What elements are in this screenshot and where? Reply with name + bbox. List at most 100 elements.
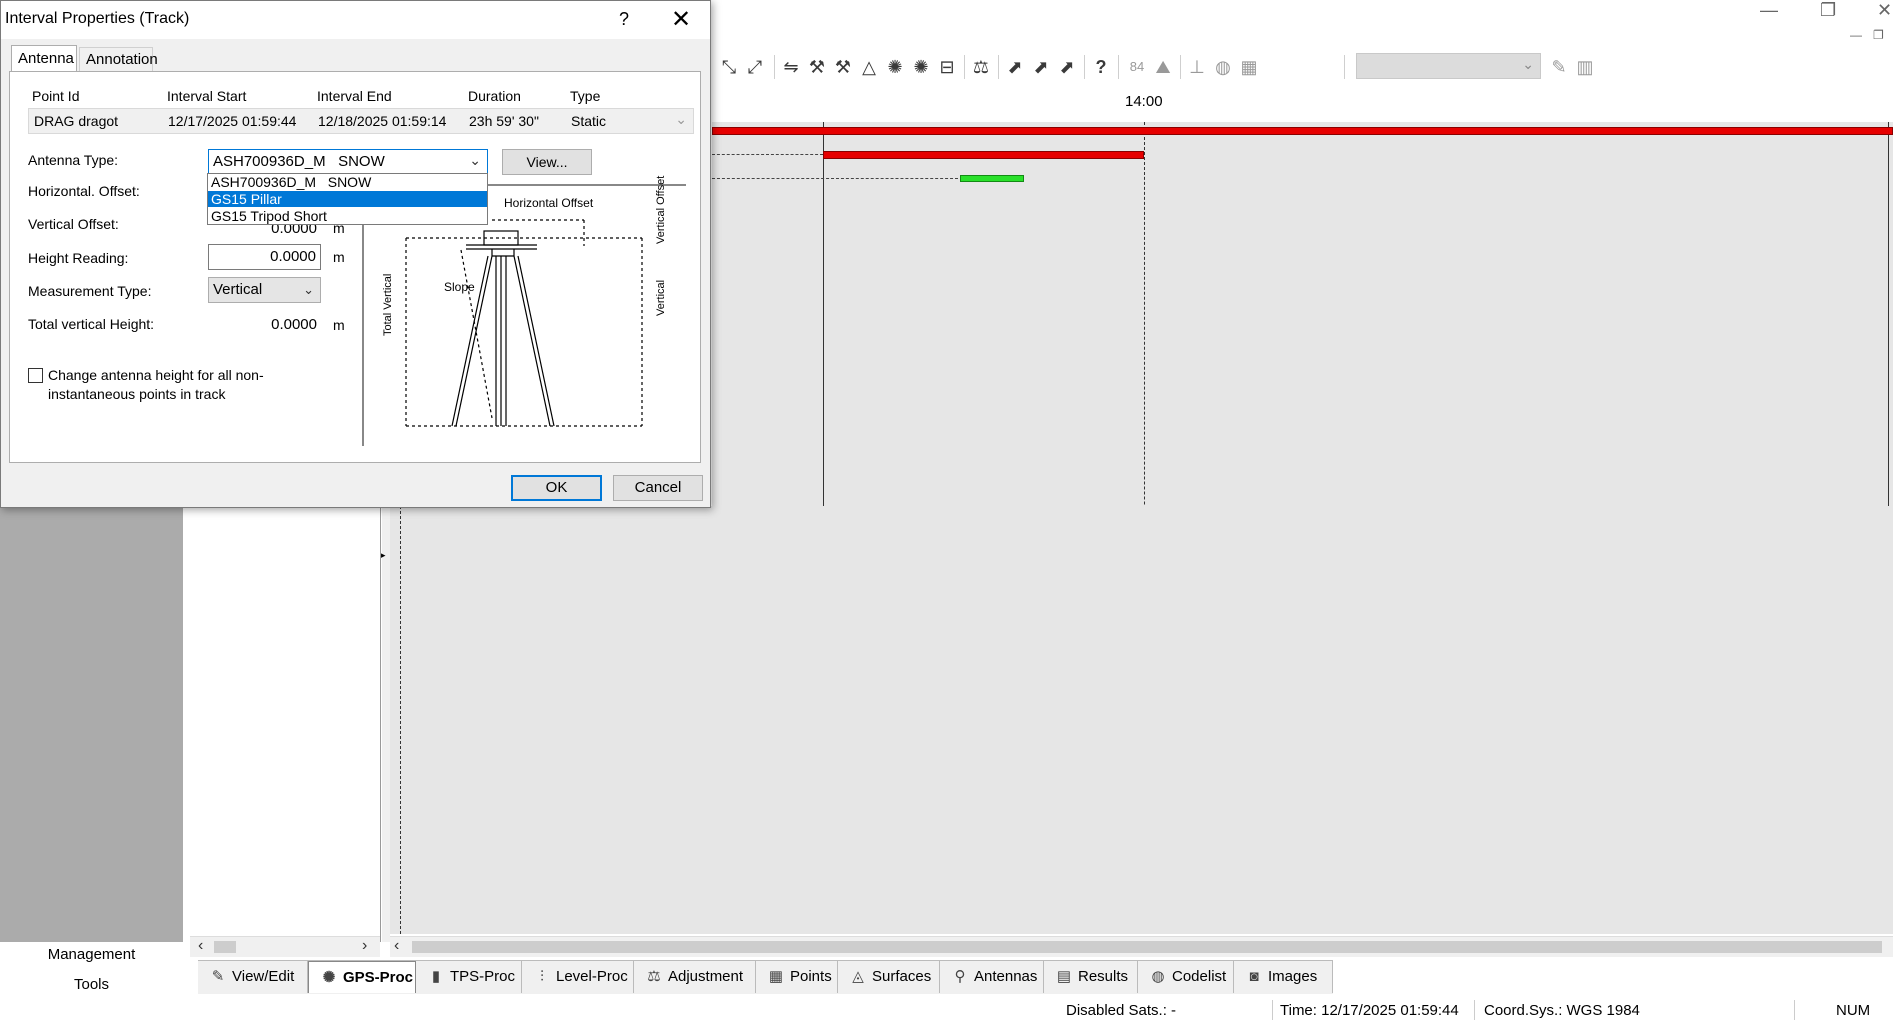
filter-icon[interactable]: ⇋ xyxy=(780,56,802,78)
antenna-tab-panel: Point Id Interval Start Interval End Dur… xyxy=(9,71,701,463)
management-item[interactable]: Management xyxy=(0,946,183,963)
antenna-option[interactable]: ASH700936D_M SNOW xyxy=(208,174,487,190)
antenna-option[interactable]: GS15 Tripod Short xyxy=(208,208,487,224)
doc-minimize-icon[interactable]: — xyxy=(1850,28,1862,42)
scroll-left-icon[interactable]: ‹ xyxy=(198,937,203,955)
ok-button[interactable]: OK xyxy=(511,475,602,501)
horizontal-offset-caption: Horizontal Offset xyxy=(504,196,594,210)
select-icon[interactable]: ⤡ xyxy=(718,56,740,78)
scroll-thumb[interactable] xyxy=(412,941,1882,953)
tree-horizontal-scrollbar[interactable]: ‹ › xyxy=(190,936,380,957)
scroll-right-icon[interactable]: › xyxy=(362,937,367,955)
dialog-title: Interval Properties (Track) xyxy=(5,10,190,27)
coord-sys-status: Coord.Sys.: WGS 1984 xyxy=(1484,1002,1640,1019)
status-bar: Disabled Sats.: - Time: 12/17/2025 01:59… xyxy=(0,998,1893,1022)
col-interval-end: Interval End xyxy=(317,88,392,104)
tab-antenna[interactable]: Antenna xyxy=(11,45,77,73)
tab-surfaces[interactable]: ◬ Surfaces xyxy=(838,961,940,993)
tab-adjustment[interactable]: ⚖ Adjustment xyxy=(634,961,756,993)
axes-icon[interactable]: ⊥ xyxy=(1186,56,1208,78)
store-icon[interactable]: ⬈ xyxy=(1056,56,1078,78)
disabled-sats-status: Disabled Sats.: - xyxy=(1066,1002,1177,1019)
interval-row[interactable]: DRAG dragot 12/17/2025 01:59:44 12/18/20… xyxy=(28,108,694,134)
tab-gps-proc[interactable]: ✺ GPS-Proc xyxy=(308,961,416,993)
type-value: Static xyxy=(571,113,607,129)
antenna-type-value: ASH700936D_M SNOW xyxy=(211,151,387,173)
edit-icon[interactable]: ✎ xyxy=(1548,56,1570,78)
local-icon[interactable]: ⛰ xyxy=(1152,56,1174,78)
close-window-icon[interactable]: ✕ xyxy=(1877,0,1892,21)
change-height-label[interactable]: Change antenna height for all non-instan… xyxy=(48,366,308,404)
compute-icon[interactable]: ⬈ xyxy=(1004,56,1026,78)
columns-icon[interactable]: ▥ xyxy=(1574,56,1596,78)
num-lock-status: NUM xyxy=(1836,1002,1871,1019)
track-bar-green[interactable] xyxy=(960,175,1024,182)
restore-icon[interactable]: ❐ xyxy=(1820,0,1836,21)
chevron-down-icon: ⌄ xyxy=(469,152,481,168)
antenna-type-dropdown-list[interactable]: ASH700936D_M SNOW GS15 Pillar GS15 Tripo… xyxy=(207,173,488,225)
scroll-left-icon[interactable]: ‹ xyxy=(394,937,399,955)
deselect-icon[interactable]: ⤢ xyxy=(744,56,766,78)
tab-annotation[interactable]: Annotation xyxy=(79,47,158,71)
tree-panel[interactable] xyxy=(190,506,381,942)
triangle-icon[interactable]: △ xyxy=(858,56,880,78)
time-status: Time: 12/17/2025 01:59:44 xyxy=(1280,1002,1459,1019)
tab-codelist[interactable]: ◍ Codelist xyxy=(1138,961,1234,993)
satellite-icon[interactable]: ✺ xyxy=(884,56,906,78)
total-vertical-height-label: Total vertical Height: xyxy=(28,316,155,332)
interval-properties-dialog: Interval Properties (Track) ? ✕ Antenna … xyxy=(0,0,711,508)
gps-proc-icon: ✺ xyxy=(322,969,336,986)
main-horizontal-scrollbar[interactable]: ‹ xyxy=(390,936,1893,957)
tps-proc-icon: ▮ xyxy=(431,968,441,985)
close-icon[interactable]: ✕ xyxy=(671,5,691,34)
track-bar-full[interactable] xyxy=(712,127,1893,135)
tab-tps-proc[interactable]: ▮ TPS-Proc xyxy=(416,961,522,993)
vertical-offset-caption: Vertical Offset xyxy=(655,175,667,244)
split-icon[interactable]: ⊟ xyxy=(936,56,958,78)
globe-icon[interactable]: ◍ xyxy=(1212,56,1234,78)
dialog-title-bar[interactable]: Interval Properties (Track) ? ✕ xyxy=(1,1,710,39)
tab-view-edit[interactable]: ✎ View/Edit xyxy=(198,961,308,993)
tab-level-proc[interactable]: ⫶ Level-Proc xyxy=(522,961,634,993)
tab-points[interactable]: ▦ Points xyxy=(756,961,838,993)
compute-all-icon[interactable]: ⬈ xyxy=(1030,56,1052,78)
measurement-type-select[interactable]: Vertical ⌄ xyxy=(208,277,321,303)
height-reading-unit: m xyxy=(333,249,345,265)
vertical-caption: Vertical xyxy=(655,279,667,316)
antennas-icon: ⚲ xyxy=(954,968,966,985)
height-reading-input[interactable]: 0.0000 xyxy=(208,244,321,270)
track-area[interactable] xyxy=(390,506,1893,934)
grid-icon[interactable]: ▦ xyxy=(1238,56,1260,78)
number-icon[interactable]: 84 xyxy=(1126,56,1148,78)
antenna-type-select[interactable]: ASH700936D_M SNOW ⌄ xyxy=(208,149,488,175)
col-point-id: Point Id xyxy=(32,88,80,104)
measurement-type-label: Measurement Type: xyxy=(28,283,152,299)
panel-splitter[interactable]: ▸ xyxy=(381,506,390,942)
chevron-down-icon: ⌄ xyxy=(675,111,687,127)
time-tick-label: 14:00 xyxy=(1125,93,1163,110)
col-type: Type xyxy=(570,88,601,104)
toolbar-combo[interactable]: ⌄ xyxy=(1356,53,1541,79)
height-reading-label: Height Reading: xyxy=(28,250,129,266)
tools-item[interactable]: Tools xyxy=(0,976,183,993)
balance-icon[interactable]: ⚖ xyxy=(970,56,992,78)
process-icon[interactable]: ⚒ xyxy=(806,56,828,78)
antenna-option-highlighted[interactable]: GS15 Pillar xyxy=(208,191,487,207)
total-vertical-height-value: 0.0000 xyxy=(271,316,317,333)
change-height-checkbox[interactable] xyxy=(28,368,43,383)
hammer-icon[interactable]: ⚒ xyxy=(832,56,854,78)
minimize-icon[interactable]: — xyxy=(1760,0,1778,21)
doc-restore-icon[interactable]: ❐ xyxy=(1873,28,1884,42)
track-bar-interval[interactable] xyxy=(823,151,1144,159)
view-button[interactable]: View... xyxy=(502,149,592,175)
satellite-settings-icon[interactable]: ✺ xyxy=(910,56,932,78)
left-panel xyxy=(0,506,183,942)
context-help-icon[interactable]: ? xyxy=(1090,56,1112,78)
help-icon[interactable]: ? xyxy=(619,9,629,30)
col-interval-start: Interval Start xyxy=(167,88,247,104)
tab-results[interactable]: ▤ Results xyxy=(1044,961,1138,993)
tab-images[interactable]: ◙ Images xyxy=(1234,961,1333,993)
cancel-button[interactable]: Cancel xyxy=(613,475,703,501)
tab-antennas[interactable]: ⚲ Antennas xyxy=(940,961,1044,993)
scroll-thumb[interactable] xyxy=(214,941,236,953)
